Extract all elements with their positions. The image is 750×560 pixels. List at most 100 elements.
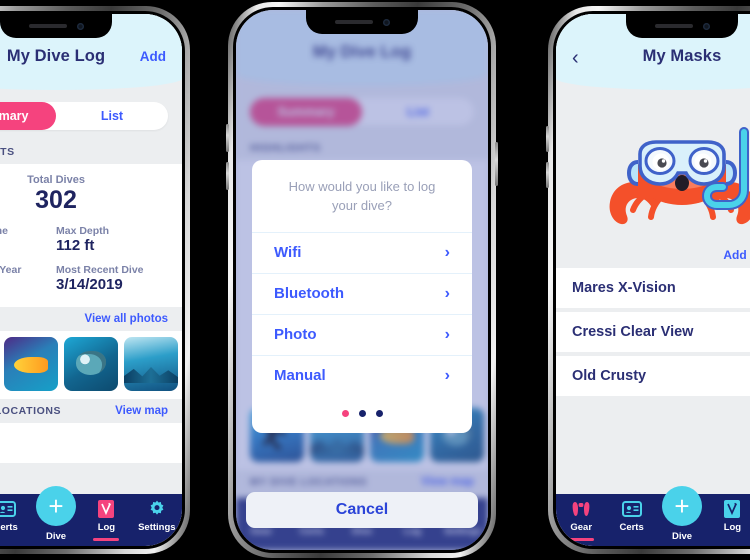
option-photo[interactable]: Photo ›	[252, 313, 472, 355]
crab-with-mask-and-snorkel-icon	[609, 127, 750, 225]
option-label: Bluetooth	[274, 285, 344, 303]
plus-icon[interactable]: +	[662, 486, 703, 526]
notch	[0, 14, 112, 38]
segmented-control: Summary List	[0, 90, 182, 140]
nav-item-certs[interactable]: Certs	[606, 499, 656, 533]
power-button[interactable]	[495, 142, 498, 186]
add-another-link[interactable]: Add another	[723, 248, 750, 262]
page-dot[interactable]	[375, 409, 383, 417]
nav-label: Log	[723, 522, 742, 533]
active-tab-underline	[568, 538, 595, 541]
section-header-locations: MY DIVE LOCATIONS View map	[0, 399, 182, 423]
card-icon	[621, 499, 643, 519]
bottom-time-label: Bottom Time	[0, 224, 8, 237]
nav-label: Certs	[0, 522, 18, 533]
front-camera-icon	[702, 22, 710, 30]
nav-label: Dive	[671, 531, 693, 542]
stat-total-dives: Total Dives 302	[0, 174, 168, 215]
gear-icon	[146, 499, 168, 519]
front-camera-icon	[76, 22, 84, 30]
phone-right: ‹ My Masks Add Mares X-Vision Cressi Cle…	[546, 6, 750, 554]
page-dot[interactable]	[358, 409, 366, 417]
nav-item-dive[interactable]: + Dive	[657, 486, 707, 546]
dives-year-label: Dives This Year	[0, 264, 22, 276]
nav-label: Log	[97, 522, 116, 533]
bottom-nav: Gear Certs + Dive	[556, 486, 750, 546]
nav-item-certs[interactable]: Certs	[0, 499, 31, 533]
nav-label: Settings	[138, 522, 176, 533]
stat-most-recent: Most Recent Dive 3/14/2019	[56, 264, 168, 293]
list-item[interactable]: Old Crusty	[556, 356, 750, 400]
phone-left: My Dive Log Add Summary List HIGHLIGHTS	[0, 6, 190, 554]
stats-row-2: Dives This Year 14 Most Recent Dive 3/14…	[0, 264, 168, 293]
chevron-right-icon: ›	[444, 366, 450, 384]
option-label: Photo	[274, 326, 317, 344]
nav-item-settings[interactable]: Settings	[132, 499, 182, 533]
total-dives-value: 302	[35, 186, 77, 214]
nav-item-log[interactable]: Log	[707, 499, 750, 533]
active-tab-underline	[93, 538, 120, 541]
header-wave-divider	[556, 76, 750, 90]
photo-thumbnail[interactable]	[64, 337, 118, 392]
notch	[306, 10, 418, 34]
notch	[626, 14, 738, 38]
volume-down-button[interactable]	[546, 162, 549, 188]
max-depth-label: Max Depth	[56, 224, 110, 237]
list-item[interactable]: Mares X-Vision	[556, 268, 750, 312]
tab-summary[interactable]: Summary	[0, 102, 56, 130]
chevron-right-icon: ›	[444, 243, 450, 261]
option-manual[interactable]: Manual ›	[252, 354, 472, 396]
highlights-label: HIGHLIGHTS	[0, 146, 15, 158]
chevron-right-icon: ›	[444, 325, 450, 343]
plus-icon[interactable]: +	[36, 486, 77, 526]
hero-illustration-area: Add another	[556, 90, 750, 268]
stats-row-1: Bottom Time 6 min Max Depth 112 ft	[0, 225, 168, 254]
tab-list[interactable]: List	[56, 102, 168, 130]
recent-dive-value: 3/14/2019	[56, 276, 123, 293]
list-item[interactable]: Cressi Clear View	[556, 312, 750, 356]
logbook-icon	[95, 499, 117, 519]
option-bluetooth[interactable]: Bluetooth ›	[252, 272, 472, 314]
page-dot-active[interactable]	[341, 409, 349, 417]
photo-thumbnail[interactable]	[124, 337, 178, 392]
locations-label: MY DIVE LOCATIONS	[0, 405, 62, 418]
section-header-photos: PHOTOS View all photos	[0, 307, 182, 331]
total-dives-label: Total Dives	[27, 174, 85, 186]
earpiece-speaker	[28, 24, 67, 28]
screen-dive-log: My Dive Log Add Summary List HIGHLIGHTS	[0, 14, 182, 546]
volume-up-button[interactable]	[546, 126, 549, 152]
section-header-highlights: HIGHLIGHTS	[0, 140, 182, 164]
dive-log-content: Summary List HIGHLIGHTS Total Dives 302	[0, 90, 182, 494]
nav-label: Gear	[570, 522, 593, 533]
dives-year-value: 14	[0, 276, 56, 293]
view-map-link[interactable]: View map	[115, 405, 168, 417]
phone-center: My Dive Log Summary List HIGHLIGHTS MY D…	[226, 2, 498, 558]
max-depth-value: 112 ft	[56, 236, 95, 254]
bottom-time-value: 6 min	[0, 237, 56, 254]
earpiece-speaker	[334, 20, 373, 24]
nav-item-gear[interactable]: Gear	[556, 499, 606, 541]
highlights-card: Total Dives 302 Bottom Time 6 min Max De…	[0, 164, 182, 308]
bottom-nav: Gear Certs + Dive	[0, 486, 182, 546]
page-title: My Masks	[642, 47, 722, 65]
option-label: Wifi	[274, 244, 302, 262]
option-wifi[interactable]: Wifi ›	[252, 231, 472, 273]
volume-up-button[interactable]	[226, 124, 229, 152]
header-wave-divider	[0, 76, 182, 90]
nav-label: Certs	[619, 522, 644, 533]
option-label: Manual	[274, 367, 326, 385]
view-all-photos-link[interactable]: View all photos	[85, 313, 169, 325]
back-icon[interactable]: ‹	[572, 48, 579, 68]
chevron-right-icon: ›	[444, 284, 450, 302]
stat-max-depth: Max Depth 112 ft	[56, 225, 168, 254]
photo-thumbnail[interactable]	[4, 337, 58, 392]
card-icon	[0, 499, 17, 519]
photo-strip[interactable]	[0, 331, 182, 400]
volume-down-button[interactable]	[226, 162, 229, 190]
page-indicator	[252, 396, 472, 425]
nav-item-log[interactable]: Log	[81, 499, 131, 541]
earpiece-speaker	[654, 24, 693, 28]
add-button[interactable]: Add	[140, 49, 166, 64]
cancel-button[interactable]: Cancel	[246, 492, 478, 528]
nav-item-dive[interactable]: + Dive	[31, 486, 81, 546]
